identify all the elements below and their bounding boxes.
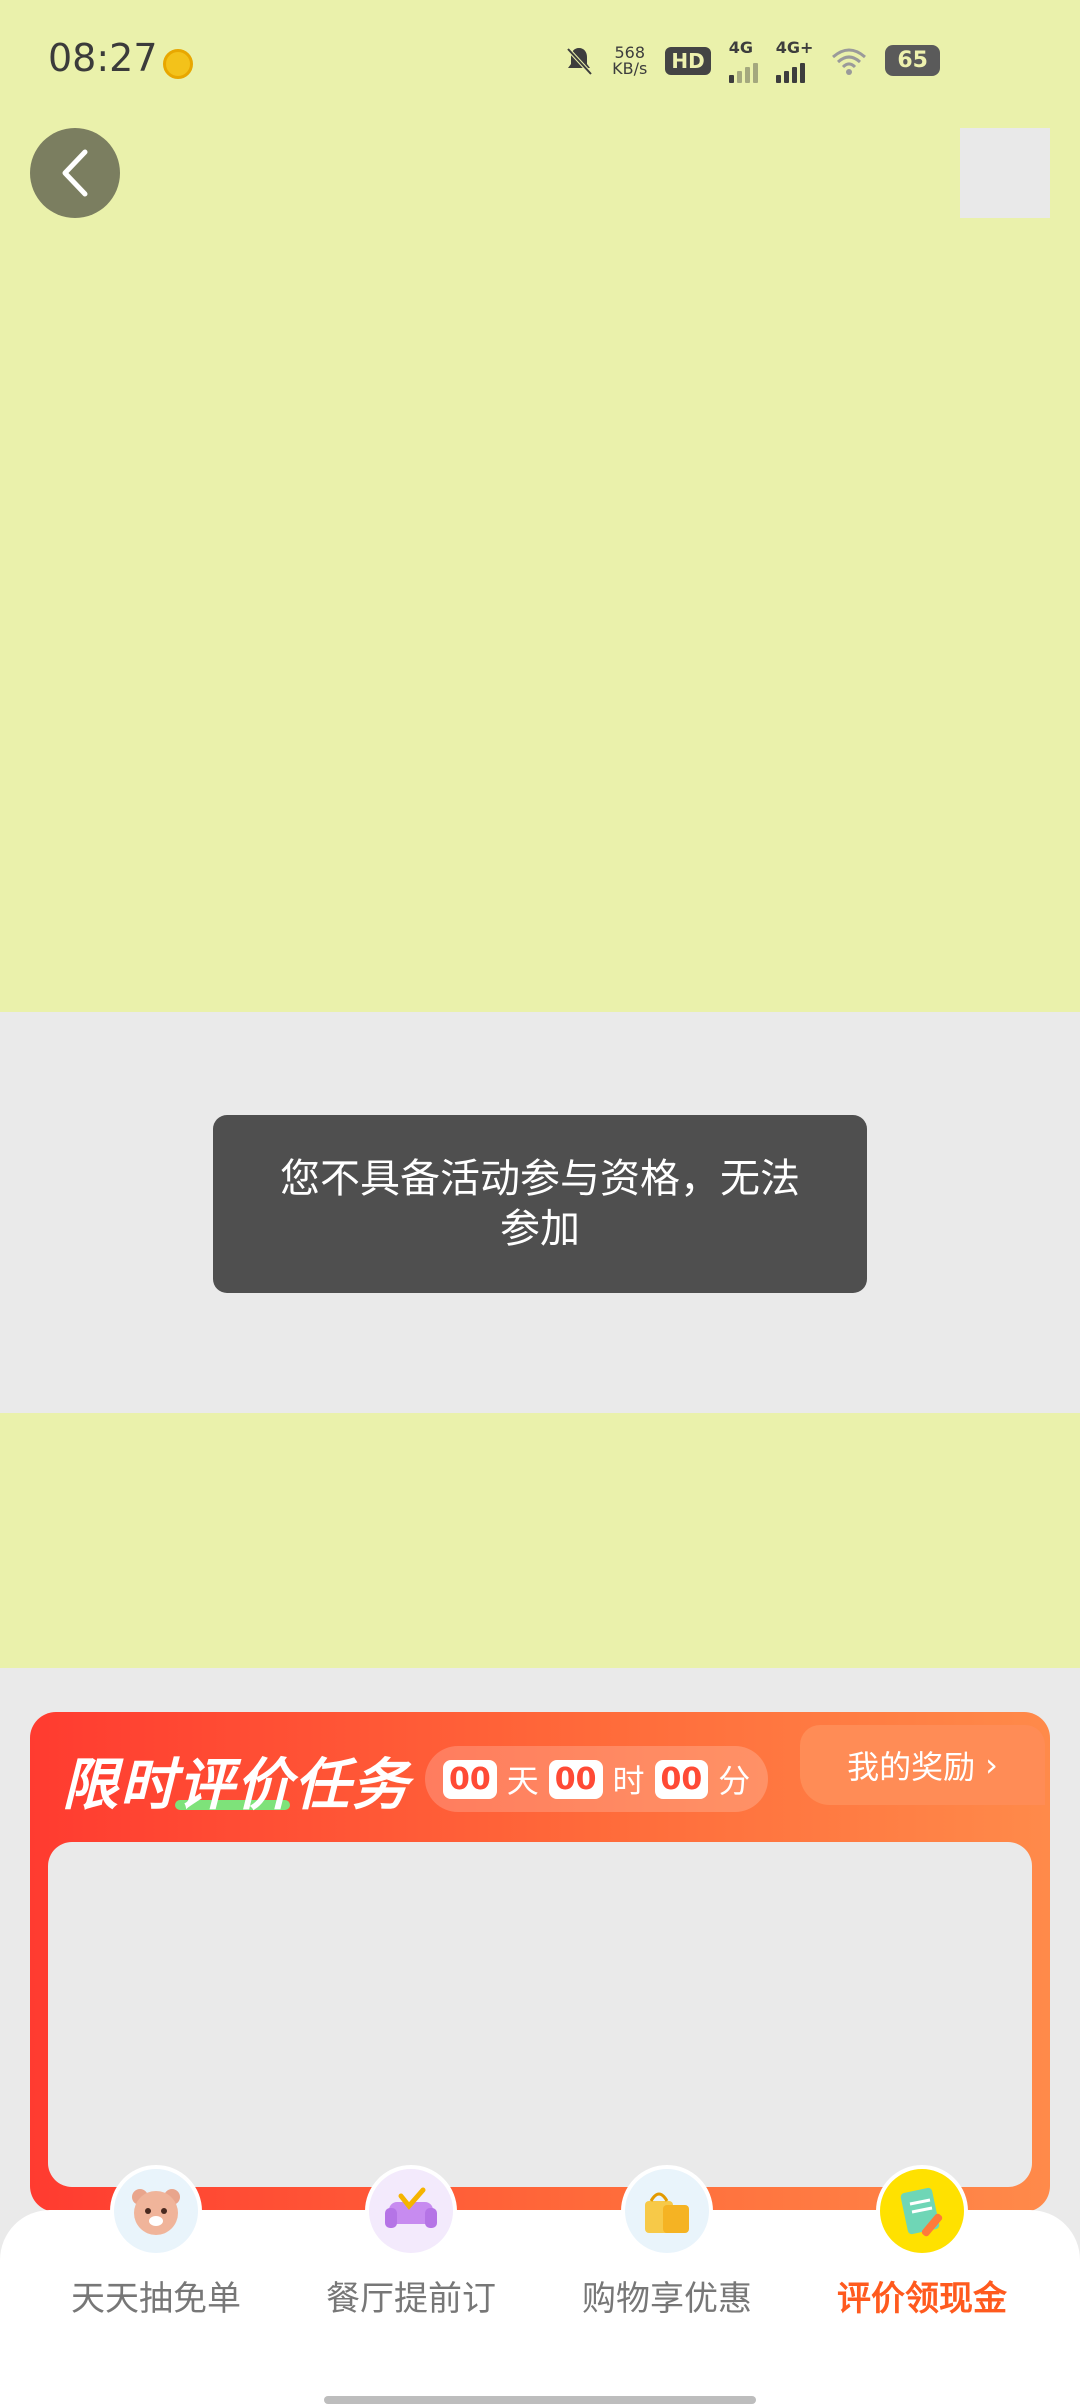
top-banner <box>0 0 1080 1012</box>
shopping-bag-icon <box>621 2165 713 2257</box>
countdown-minutes: 00 <box>654 1759 709 1799</box>
nav-label: 餐厅提前订 <box>326 2279 496 2319</box>
signal-bars-icon <box>728 57 758 83</box>
sofa-icon <box>365 2165 457 2257</box>
hd-badge: HD <box>665 46 711 75</box>
wifi-icon <box>832 48 867 75</box>
review-notepad-icon <box>876 2165 968 2257</box>
status-bar: 08:27 568 KB/s HD 4G 4G+ 65 <box>0 0 1080 120</box>
back-button[interactable] <box>30 128 120 218</box>
mid-banner <box>0 1413 1080 1668</box>
nav-label: 天天抽免单 <box>71 2279 241 2319</box>
top-right-placeholder <box>960 128 1050 218</box>
bell-muted-icon <box>566 47 593 75</box>
my-rewards-label: 我的奖励 <box>847 1748 976 1786</box>
nav-item-restaurant-booking[interactable]: 餐厅提前订 <box>301 2165 521 2320</box>
countdown-days: 00 <box>443 1759 497 1799</box>
chevron-left-icon <box>62 149 88 197</box>
task-title: 限时评价任务 <box>62 1753 410 1818</box>
my-rewards-button[interactable]: 我的奖励 › <box>800 1725 1045 1805</box>
network-speed: 568 KB/s <box>612 42 648 78</box>
coin-icon <box>163 49 193 79</box>
bear-icon <box>110 2165 202 2257</box>
nav-item-free-lottery[interactable]: 天天抽免单 <box>46 2165 266 2320</box>
signal-2: 4G+ <box>775 38 813 83</box>
status-time: 08:27 <box>48 36 158 80</box>
signal-bars-icon <box>775 57 805 83</box>
countdown-hours-unit: 时 <box>612 1762 645 1800</box>
chevron-right-icon: › <box>985 1746 998 1784</box>
countdown-minutes-unit: 分 <box>718 1762 751 1800</box>
nav-label: 评价领现金 <box>837 2279 1007 2319</box>
nav-item-review-cash[interactable]: 评价领现金 <box>812 2165 1032 2320</box>
home-indicator[interactable] <box>324 2396 756 2404</box>
countdown-timer: 00 天 00 时 00 分 <box>425 1746 769 1812</box>
nav-label: 购物享优惠 <box>582 2279 752 2319</box>
battery-icon: 65 <box>885 45 940 76</box>
task-list-area <box>48 1842 1032 2187</box>
nav-item-shopping-deals[interactable]: 购物享优惠 <box>557 2165 777 2320</box>
countdown-days-unit: 天 <box>506 1762 539 1800</box>
toast-message: 您不具备活动参与资格，无法参加 <box>213 1115 867 1293</box>
status-icons: 568 KB/s HD 4G 4G+ 65 <box>564 38 940 83</box>
countdown-hours: 00 <box>548 1759 603 1799</box>
signal-1: 4G <box>728 38 758 83</box>
